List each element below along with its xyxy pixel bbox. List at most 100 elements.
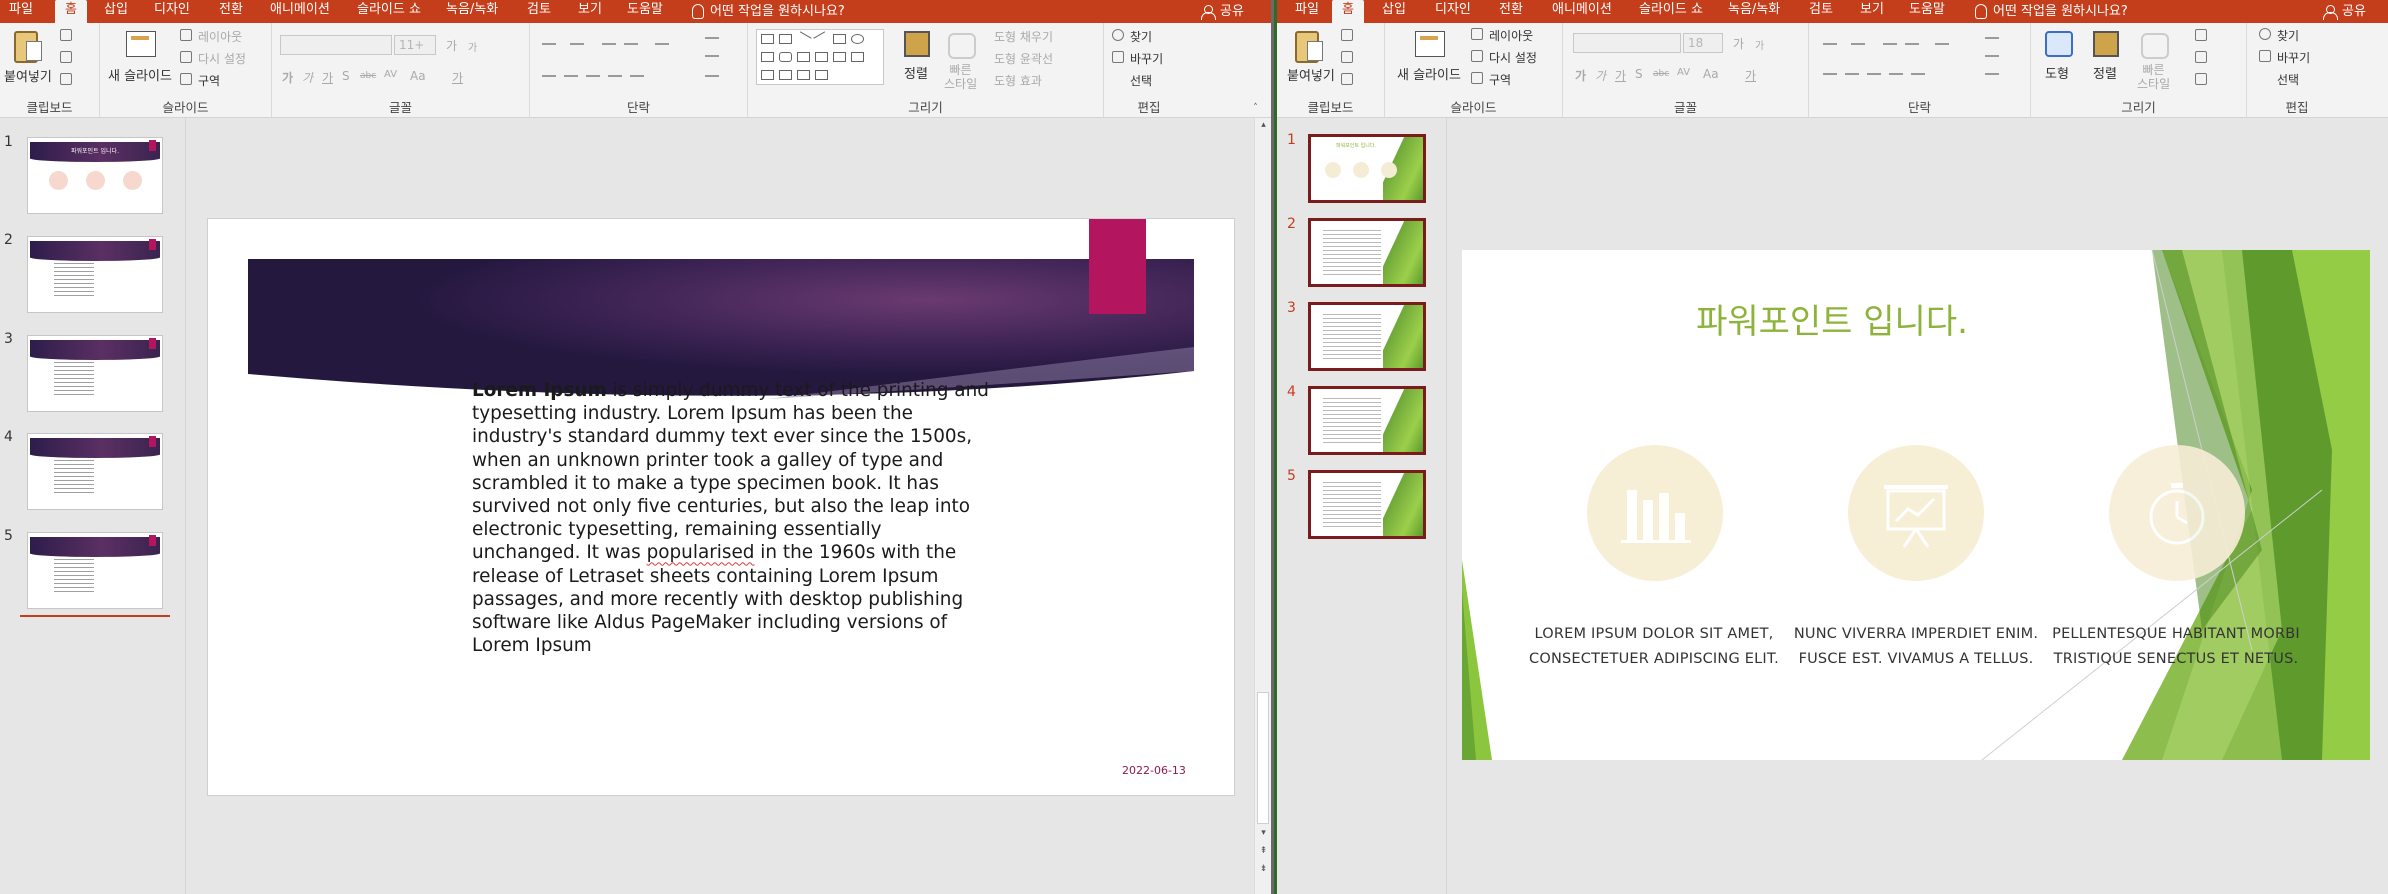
current-slide[interactable]: 파워포인트 입니다. LOREM IPSUM DOLOR SIT AMET, C… bbox=[1462, 250, 2370, 760]
char-spacing-button[interactable]: AV bbox=[1677, 67, 1690, 78]
reset-button[interactable]: 다시 설정 bbox=[1489, 49, 1537, 66]
share-button[interactable]: 공유 bbox=[1201, 0, 1244, 23]
reset-button[interactable]: 다시 설정 bbox=[198, 50, 246, 67]
paste-button[interactable]: 붙여넣기 bbox=[1287, 65, 1335, 84]
font-name-field[interactable] bbox=[1573, 33, 1681, 53]
collapse-ribbon-icon[interactable]: ˄ bbox=[1250, 103, 1261, 114]
tab-home[interactable]: 홈 bbox=[55, 0, 87, 23]
increase-indent-icon[interactable] bbox=[624, 43, 638, 45]
slide-body-text[interactable]: Lorem Ipsum is simply dummy text of the … bbox=[472, 379, 992, 657]
star-shape-icon[interactable] bbox=[851, 52, 864, 62]
shape-outline-button[interactable]: 도형 윤곽선 bbox=[994, 50, 1053, 67]
font-color-button[interactable]: 가 bbox=[452, 69, 463, 86]
decrease-indent-icon[interactable] bbox=[602, 43, 616, 45]
tab-design[interactable]: 디자인 bbox=[154, 0, 190, 23]
rect2-shape-icon[interactable] bbox=[761, 52, 774, 62]
align-center-icon[interactable] bbox=[1845, 73, 1859, 75]
share-button[interactable]: 공유 bbox=[2323, 0, 2366, 23]
numbering-icon[interactable] bbox=[1851, 43, 1865, 45]
text-direction-icon[interactable] bbox=[705, 37, 719, 39]
tab-file[interactable]: 파일 bbox=[9, 0, 33, 23]
tab-help[interactable]: 도움말 bbox=[627, 0, 663, 23]
tab-file[interactable]: 파일 bbox=[1295, 0, 1319, 23]
underline-button[interactable]: 가 bbox=[322, 69, 333, 86]
next-slide-icon[interactable]: ⇟ bbox=[1258, 864, 1269, 875]
align-right-icon[interactable] bbox=[586, 75, 600, 77]
arrange-icon[interactable] bbox=[904, 31, 930, 57]
bold-button[interactable]: 가 bbox=[1575, 67, 1586, 84]
columns-icon[interactable] bbox=[1911, 73, 1925, 75]
shrink-font-button[interactable]: 가 bbox=[1755, 37, 1764, 52]
copy-icon[interactable] bbox=[60, 51, 72, 63]
new-slide-icon[interactable] bbox=[1415, 31, 1445, 57]
tab-insert[interactable]: 삽입 bbox=[1382, 0, 1406, 23]
scroll-up-icon[interactable]: ▴ bbox=[1258, 120, 1269, 131]
tab-home[interactable]: 홈 bbox=[1332, 0, 1364, 23]
change-case-button[interactable]: Aa bbox=[1703, 67, 1719, 81]
format-painter-icon[interactable] bbox=[1341, 73, 1353, 85]
prev-slide-icon[interactable]: ⇞ bbox=[1258, 846, 1269, 857]
section-button[interactable]: 구역 bbox=[198, 72, 220, 89]
select-button[interactable]: 선택 bbox=[2277, 71, 2299, 88]
slide-thumbnail-1[interactable]: 파워포인트 입니다. bbox=[1308, 134, 1426, 203]
justify-icon[interactable] bbox=[608, 75, 622, 77]
shrink-font-button[interactable]: 가 bbox=[468, 39, 477, 54]
slide-thumbnail-3[interactable] bbox=[27, 335, 163, 412]
replace-button[interactable]: 바꾸기 bbox=[1130, 50, 1163, 67]
cut-icon[interactable] bbox=[1341, 29, 1353, 41]
increase-indent-icon[interactable] bbox=[1905, 43, 1919, 45]
arrange-button[interactable]: 정렬 bbox=[2093, 63, 2117, 82]
find-button[interactable]: 찾기 bbox=[2277, 27, 2299, 44]
bracket-shape-icon[interactable] bbox=[815, 70, 828, 80]
tell-me-search[interactable]: 어떤 작업을 원하시나요? bbox=[1975, 0, 2128, 23]
shape-effects-button[interactable]: 도형 효과 bbox=[994, 72, 1042, 89]
bold-button[interactable]: 가 bbox=[282, 69, 293, 86]
align-text-icon[interactable] bbox=[705, 55, 719, 57]
tab-view[interactable]: 보기 bbox=[578, 0, 602, 23]
elbow2-shape-icon[interactable] bbox=[815, 52, 828, 62]
bullets-icon[interactable] bbox=[1823, 43, 1837, 45]
slide-title[interactable]: 파워포인트 입니다. bbox=[1672, 294, 1992, 343]
bullets-icon[interactable] bbox=[542, 43, 556, 45]
vertical-scrollbar[interactable]: ▴ ▾ ⇞ ⇟ bbox=[1254, 118, 1271, 894]
text-direction-icon[interactable] bbox=[1985, 37, 1999, 39]
tab-transitions[interactable]: 전환 bbox=[219, 0, 243, 23]
tab-transitions[interactable]: 전환 bbox=[1499, 0, 1523, 23]
tab-view[interactable]: 보기 bbox=[1860, 0, 1884, 23]
strikethrough-button[interactable]: abc bbox=[360, 71, 376, 81]
brace-shape-icon[interactable] bbox=[761, 70, 774, 80]
underline-button[interactable]: 가 bbox=[1615, 67, 1626, 84]
align-left-icon[interactable] bbox=[542, 75, 556, 77]
layout-button[interactable]: 레이아웃 bbox=[1489, 27, 1533, 44]
slide-thumbnail-2[interactable] bbox=[27, 236, 163, 313]
shape-fill-icon[interactable] bbox=[2195, 29, 2207, 41]
find-button[interactable]: 찾기 bbox=[1130, 28, 1152, 45]
shape-outline-icon[interactable] bbox=[2195, 51, 2207, 63]
font-color-button[interactable]: 가 bbox=[1745, 67, 1756, 84]
scroll-down-icon[interactable]: ▾ bbox=[1258, 828, 1269, 839]
textbox-shape-icon[interactable] bbox=[761, 34, 774, 44]
line-shape-icon[interactable] bbox=[795, 31, 812, 47]
slide-thumbnail-5[interactable] bbox=[1308, 470, 1426, 539]
section-button[interactable]: 구역 bbox=[1489, 71, 1511, 88]
paste-button[interactable]: 붙여넣기 bbox=[4, 66, 52, 85]
font-name-field[interactable] bbox=[280, 35, 392, 55]
tab-animations[interactable]: 애니메이션 bbox=[1552, 0, 1612, 23]
tab-review[interactable]: 검토 bbox=[1809, 0, 1833, 23]
shape-fill-button[interactable]: 도형 채우기 bbox=[994, 28, 1053, 45]
tab-record[interactable]: 녹음/녹화 bbox=[446, 0, 498, 23]
slide-thumbnail-3[interactable] bbox=[1308, 302, 1426, 371]
tab-insert[interactable]: 삽입 bbox=[104, 0, 128, 23]
shadow-button[interactable]: S bbox=[1635, 67, 1643, 81]
char-spacing-button[interactable]: AV bbox=[384, 69, 397, 80]
elbow-shape-icon[interactable] bbox=[797, 52, 810, 62]
paste-icon[interactable] bbox=[1295, 31, 1323, 63]
new-slide-icon[interactable] bbox=[126, 31, 156, 57]
change-case-button[interactable]: Aa bbox=[410, 69, 426, 83]
align-text-icon[interactable] bbox=[1985, 55, 1999, 57]
italic-button[interactable]: 가 bbox=[302, 69, 313, 86]
columns-icon[interactable] bbox=[630, 75, 644, 77]
slide-thumbnail-1[interactable]: 파워포인트 입니다. bbox=[27, 137, 163, 214]
numbering-icon[interactable] bbox=[570, 43, 584, 45]
slide-thumbnail-4[interactable] bbox=[27, 433, 163, 510]
